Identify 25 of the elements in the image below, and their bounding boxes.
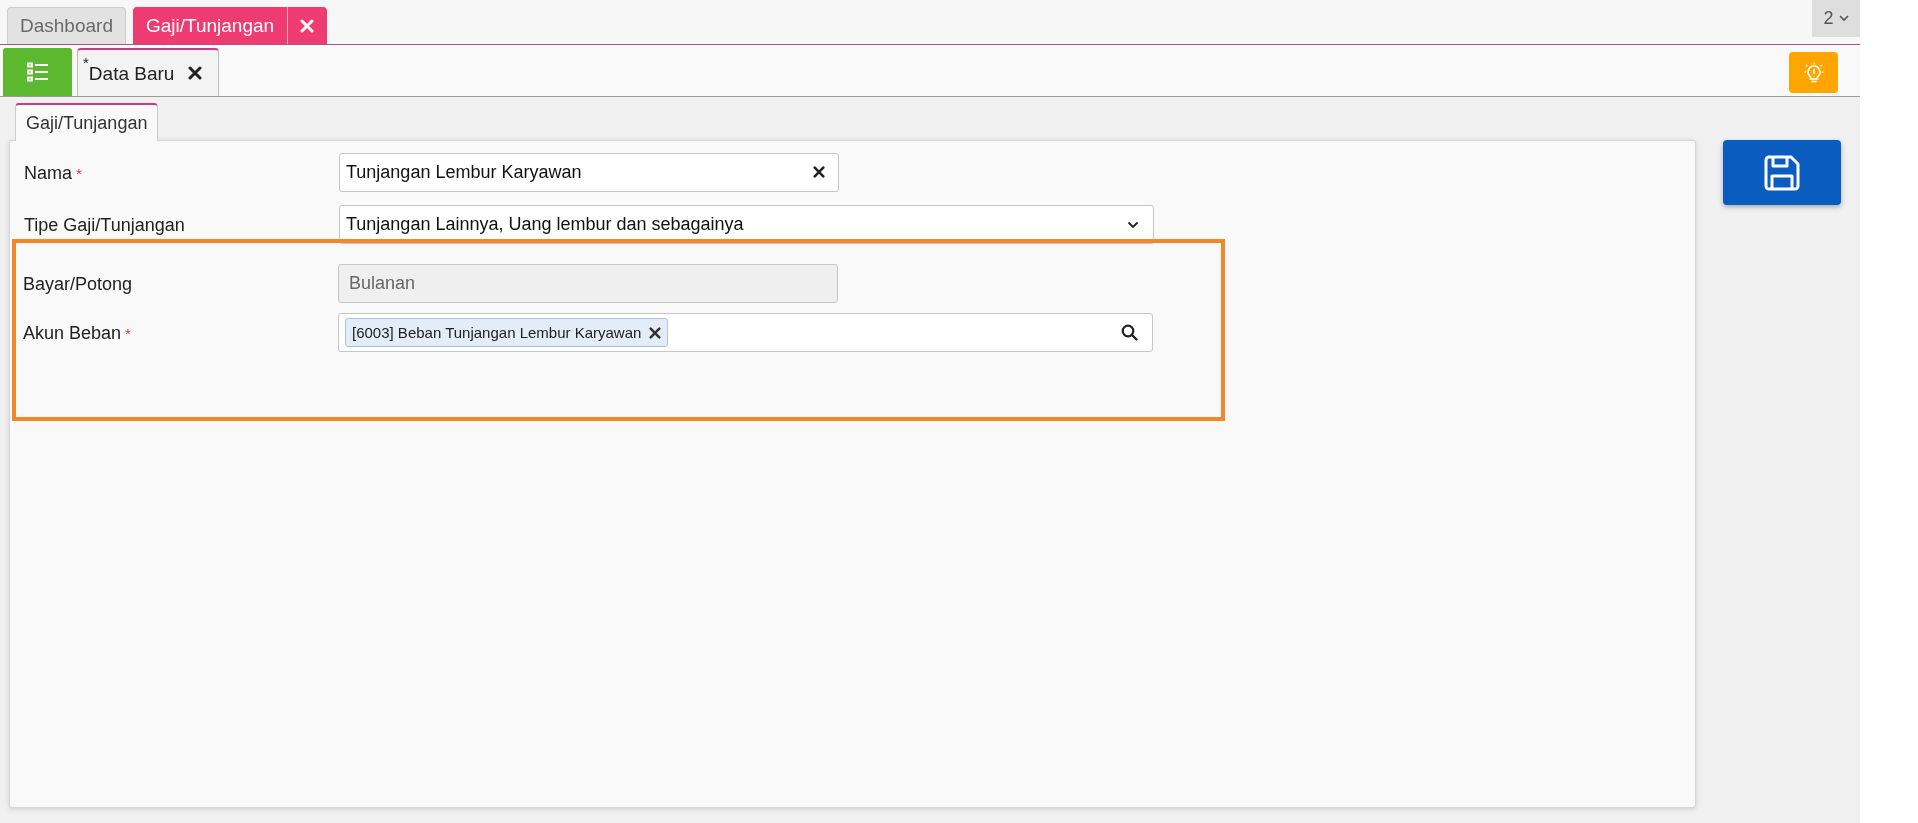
text-field[interactable]: Tunjangan Lembur Karyawan — [339, 153, 839, 192]
field-label: Bayar/Potong — [23, 273, 134, 295]
search-icon[interactable] — [1121, 324, 1138, 341]
field-label: Tipe Gaji/Tunjangan — [24, 214, 186, 236]
save-button[interactable] — [1723, 140, 1841, 205]
close-tab-button[interactable] — [287, 7, 328, 44]
field-label: Akun Beban — [23, 323, 122, 343]
tab-count-dropdown[interactable]: 2 — [1812, 0, 1860, 37]
list-icon — [26, 62, 49, 82]
section-tab[interactable]: Gaji/Tunjangan — [15, 103, 159, 141]
chevron-down-icon — [1838, 15, 1849, 22]
remove-icon[interactable] — [649, 326, 662, 339]
required-mark: * — [125, 325, 131, 342]
select-field[interactable]: Tunjangan Lainnya, Uang lembur dan sebagainya — [339, 205, 1154, 244]
selected-tag: [6003] Beban Tunjangan Lembur Karyawan — [345, 318, 669, 347]
chevron-down-icon — [1127, 220, 1139, 229]
required-mark: * — [76, 165, 82, 182]
close-icon — [188, 66, 203, 80]
close-icon — [300, 19, 315, 33]
lightbulb-icon — [1803, 61, 1824, 84]
field-label: Nama — [24, 163, 72, 183]
tab[interactable]: Dashboard — [7, 7, 126, 44]
document-tab[interactable]: $^{*}$Data Baru — [77, 48, 220, 96]
tab[interactable]: Gaji/Tunjangan — [132, 7, 288, 44]
clear-icon[interactable] — [813, 166, 825, 178]
